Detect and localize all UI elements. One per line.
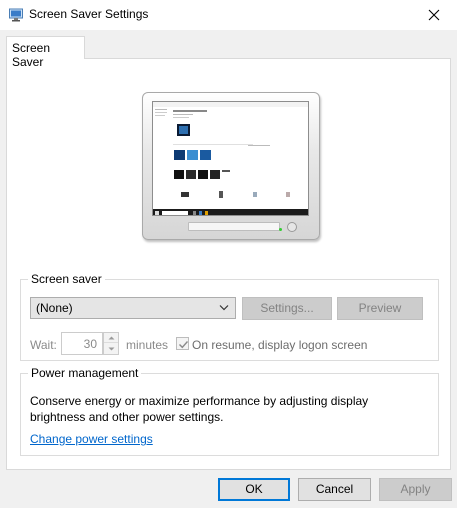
settings-button[interactable]: Settings... — [242, 297, 332, 320]
power-button-icon — [287, 222, 297, 232]
tab-panel: Screen saver (None) Settings... Preview … — [6, 58, 451, 470]
minutes-label: minutes — [126, 338, 169, 352]
screen-saver-group-label: Screen saver — [31, 272, 102, 286]
window-title: Screen Saver Settings — [29, 7, 149, 21]
close-icon — [428, 9, 440, 21]
checkmark-icon — [179, 341, 189, 349]
chevron-down-icon — [219, 305, 229, 311]
chevron-up-icon — [108, 336, 115, 340]
close-button[interactable] — [411, 0, 457, 30]
wait-minutes-input[interactable]: 30 — [61, 332, 103, 355]
desktop-thumbnail-icon — [153, 102, 308, 215]
cancel-button[interactable]: Cancel — [298, 478, 371, 501]
on-resume-label[interactable]: On resume, display logon screen — [192, 338, 367, 352]
screen-saver-select[interactable]: (None) — [30, 297, 236, 319]
power-management-group: Power management Conserve energy or maxi… — [20, 366, 439, 456]
on-resume-checkbox[interactable] — [176, 337, 189, 350]
screen-saver-group: Screen saver (None) Settings... Preview … — [20, 272, 439, 361]
ok-button[interactable]: OK — [218, 478, 290, 501]
preview-screen — [152, 101, 309, 216]
title-bar: Screen Saver Settings — [0, 0, 457, 30]
wait-label: Wait: — [30, 338, 57, 352]
tab-screen-saver[interactable]: Screen Saver — [6, 36, 85, 69]
monitor-settings-icon — [9, 8, 23, 22]
monitor-slot — [188, 222, 280, 231]
change-power-settings-link[interactable]: Change power settings — [30, 432, 153, 446]
wait-minutes-spinner[interactable] — [103, 332, 119, 355]
chevron-down-icon — [108, 347, 115, 351]
spin-up-button[interactable] — [104, 333, 118, 343]
screen-saver-selected: (None) — [36, 301, 73, 315]
power-description: Conserve energy or maximize performance … — [30, 394, 369, 424]
power-management-group-label: Power management — [31, 366, 139, 380]
monitor-preview — [142, 92, 320, 240]
apply-button[interactable]: Apply — [379, 478, 452, 501]
preview-button[interactable]: Preview — [337, 297, 423, 320]
spin-down-button[interactable] — [104, 344, 118, 354]
power-led-icon — [279, 228, 282, 231]
